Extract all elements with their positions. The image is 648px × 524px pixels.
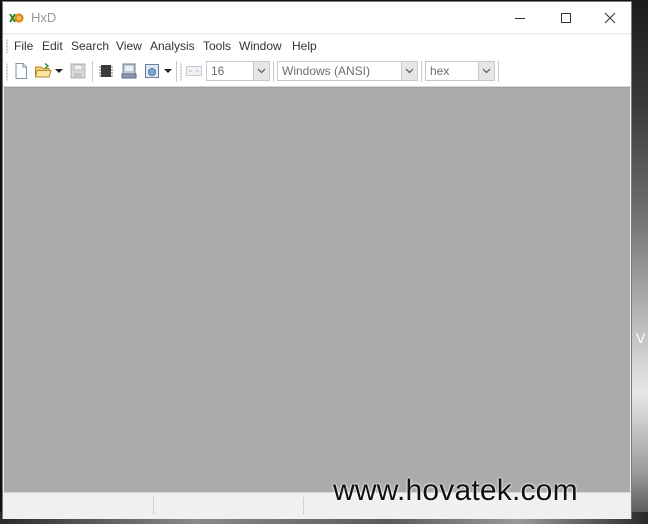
menu-analysis[interactable]: Analysis xyxy=(150,39,195,53)
close-button[interactable] xyxy=(587,2,633,33)
menu-help[interactable]: Help xyxy=(292,39,317,53)
close-icon xyxy=(604,12,616,23)
new-file-icon[interactable] xyxy=(12,62,30,80)
menu-file[interactable]: File xyxy=(14,39,33,53)
menu-window[interactable]: Window xyxy=(239,39,282,53)
minimize-button[interactable] xyxy=(497,2,543,33)
editor-workspace[interactable] xyxy=(4,87,630,492)
chevron-down-icon xyxy=(257,68,266,74)
hxd-window: HxD File Edit Search View Analysis Tools… xyxy=(2,1,632,519)
offset-base-value: hex xyxy=(430,64,450,78)
maximize-button[interactable] xyxy=(543,2,589,33)
maximize-icon xyxy=(561,12,571,23)
toolbar-grip[interactable] xyxy=(180,63,182,81)
toolbar-separator xyxy=(498,61,499,82)
menu-grip[interactable] xyxy=(6,39,8,53)
toolbar-separator xyxy=(421,61,422,82)
open-ram-icon[interactable] xyxy=(143,62,161,80)
ram-chip-icon[interactable] xyxy=(97,62,115,80)
toolbar-grip[interactable] xyxy=(6,63,8,81)
bytes-per-row-dropdown[interactable] xyxy=(253,62,269,80)
menu-search[interactable]: Search xyxy=(71,39,109,53)
window-title: HxD xyxy=(31,10,57,25)
menu-edit[interactable]: Edit xyxy=(42,39,63,53)
toolbar: 16 Windows (ANSI) hex xyxy=(3,57,631,87)
open-dropdown-arrow[interactable] xyxy=(55,69,63,73)
open-disk-icon[interactable] xyxy=(120,62,138,80)
bytes-per-row-value: 16 xyxy=(211,64,225,78)
menu-tools[interactable]: Tools xyxy=(203,39,231,53)
menu-view[interactable]: View xyxy=(116,39,142,53)
bytes-per-row-combo[interactable]: 16 xyxy=(206,61,270,81)
save-icon[interactable] xyxy=(69,62,87,80)
offset-base-dropdown[interactable] xyxy=(478,62,494,80)
desktop-background-right: V xyxy=(632,0,648,524)
toolbar-separator xyxy=(92,61,93,82)
open-folder-icon[interactable] xyxy=(34,62,52,80)
charset-dropdown[interactable] xyxy=(401,62,417,80)
status-pane xyxy=(3,497,154,514)
status-pane xyxy=(153,497,304,514)
chevron-down-icon xyxy=(482,68,491,74)
desktop-fragment: V xyxy=(636,330,646,346)
charset-value: Windows (ANSI) xyxy=(282,64,371,78)
hxd-app-icon xyxy=(9,13,24,23)
offset-base-combo[interactable]: hex xyxy=(425,61,495,81)
title-bar[interactable]: HxD xyxy=(3,2,631,33)
watermark-text: www.hovatek.com xyxy=(333,474,578,507)
open-ram-dropdown-arrow[interactable] xyxy=(164,69,172,73)
charset-combo[interactable]: Windows (ANSI) xyxy=(277,61,418,81)
toolbar-separator xyxy=(176,61,177,82)
minimize-icon xyxy=(515,17,525,19)
chevron-down-icon xyxy=(405,68,414,74)
toolbar-separator xyxy=(273,61,274,82)
menu-bar: File Edit Search View Analysis Tools Win… xyxy=(3,35,631,57)
bytes-per-row-icon xyxy=(186,66,202,76)
